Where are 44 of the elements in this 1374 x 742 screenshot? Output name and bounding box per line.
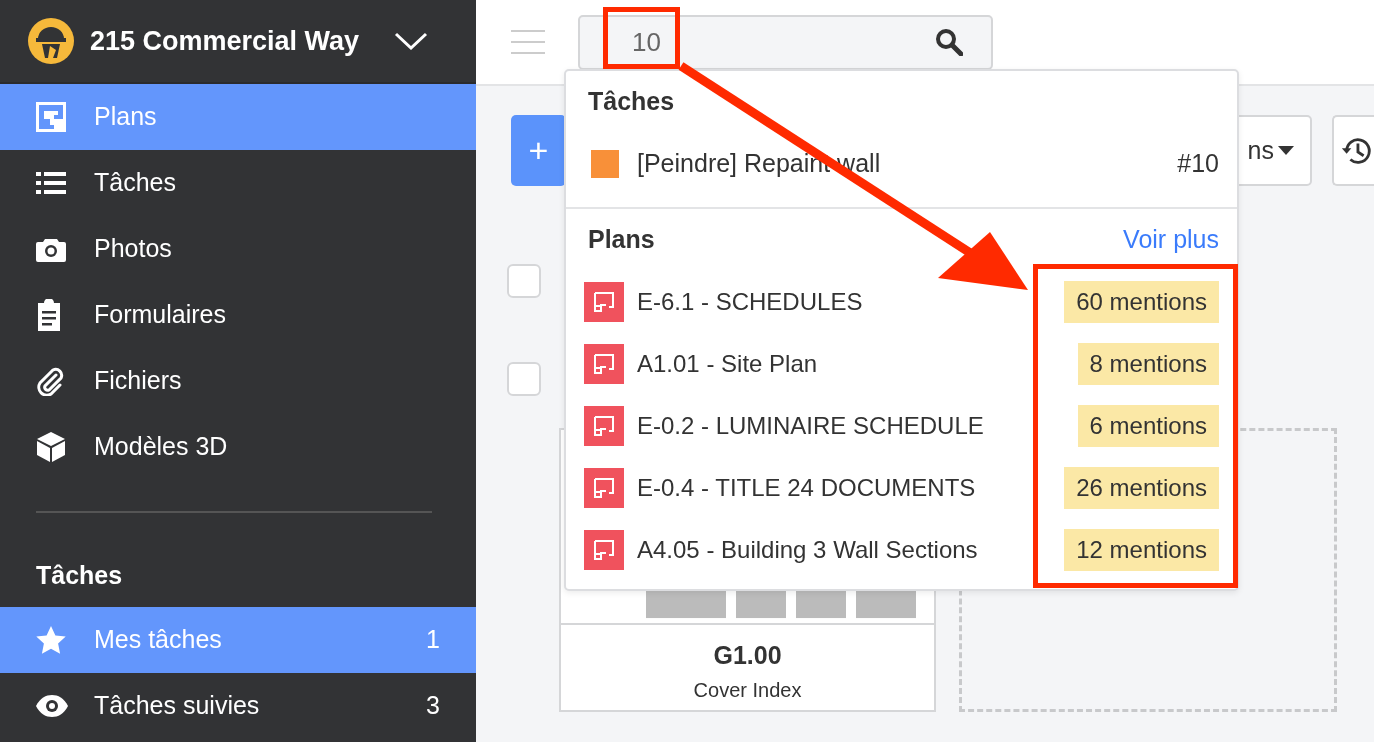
plan-sheet-icon: [584, 468, 624, 508]
plan-result-link[interactable]: E-0.4 - TITLE 24 DOCUMENTS: [637, 470, 976, 506]
section-title: Tâches: [35, 560, 124, 592]
plan-sheet-icon: [584, 406, 624, 446]
search-icon[interactable]: [935, 27, 963, 56]
search-field[interactable]: 10: [578, 14, 993, 70]
caret-icon: [1278, 145, 1294, 156]
plan-sheet-icon: [584, 344, 624, 384]
eye-icon: [36, 695, 68, 717]
results-section-title: Tâches: [588, 86, 675, 118]
checkbox[interactable]: [507, 264, 541, 298]
chevron-down-icon[interactable]: [394, 32, 428, 50]
plan-result-link[interactable]: E-0.2 - LUMINAIRE SCHEDULE: [637, 408, 984, 444]
clipboard-icon: [36, 299, 62, 331]
cube-icon: [36, 431, 66, 463]
mention-count: 12 mentions: [1064, 529, 1219, 571]
nav-item[interactable]: Formulaires: [0, 282, 476, 348]
plan-sheet-icon: [584, 282, 624, 322]
nav-item[interactable]: Tâches suivies 3: [0, 673, 476, 739]
history-button[interactable]: [1332, 115, 1374, 186]
star-icon: [36, 625, 66, 655]
results-section-title: Plans: [588, 224, 655, 256]
mention-count: 8 mentions: [1077, 343, 1219, 385]
nav-item[interactable]: Modèles 3D: [0, 414, 476, 480]
nav-item[interactable]: Fichiers: [0, 348, 476, 414]
plan-result-link[interactable]: A4.05 - Building 3 Wall Sections: [637, 532, 978, 568]
plan-title: Cover Index: [692, 677, 803, 703]
see-more-link[interactable]: Voir plus: [1123, 221, 1219, 259]
mention-count: 6 mentions: [1077, 405, 1219, 447]
project-name: 215 Commercial Way: [90, 24, 360, 58]
list-icon: [36, 171, 66, 195]
paperclip-icon: [36, 366, 64, 396]
mention-count: 60 mentions: [1064, 281, 1219, 323]
nav-item[interactable]: Photos: [0, 216, 476, 282]
camera-icon: [36, 236, 66, 262]
plan-code: G1.00: [712, 640, 783, 671]
plan-result-link[interactable]: A1.01 - Site Plan: [637, 346, 818, 382]
plan-result-link[interactable]: E-6.1 - SCHEDULES: [637, 284, 863, 320]
nav-item[interactable]: Tâches: [0, 150, 476, 216]
mention-count: 26 mentions: [1064, 467, 1219, 509]
hard-hat-logo-icon: [28, 18, 74, 64]
checkbox[interactable]: [507, 362, 541, 396]
plans-icon: [36, 102, 66, 132]
plan-sheet-icon: [584, 530, 624, 570]
